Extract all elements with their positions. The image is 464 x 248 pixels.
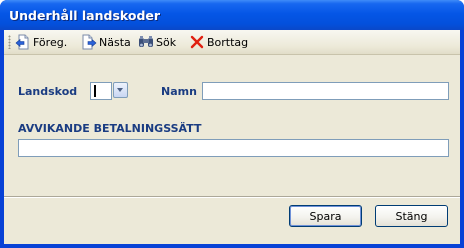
namn-input[interactable] [202,82,449,100]
form-area: Landskod Namn AVVIKANDE BETALNINGSSÄTT [4,55,460,195]
previous-record-icon [15,34,29,50]
landskod-combo-input[interactable] [90,82,112,100]
namn-label: Namn [161,85,197,98]
text-cursor [94,85,96,97]
previous-button[interactable]: Föreg. [15,33,67,51]
toolbar-grip[interactable] [8,35,11,49]
search-button[interactable]: Sök [138,33,176,51]
delete-x-icon [190,35,204,49]
previous-label: Föreg. [33,35,68,49]
landskod-label: Landskod [18,85,78,98]
toolbar: Föreg. Nästa Sök Borttag [4,30,460,55]
next-button[interactable]: Nästa [81,33,131,51]
delete-button[interactable]: Borttag [189,33,248,51]
betalningssatt-input[interactable] [18,139,449,157]
save-button[interactable]: Spara [289,205,362,227]
dialog-client-area: Föreg. Nästa Sök Borttag Landskod Namn A… [4,30,460,244]
close-button[interactable]: Stäng [375,205,448,227]
next-label: Nästa [99,35,131,49]
next-record-icon [82,34,97,50]
search-label: Sök [156,35,177,49]
footer-divider [4,196,460,198]
binoculars-icon [139,36,153,47]
dialog-window: Underhåll landskoder Föreg. Nästa Sök Bo… [0,0,464,248]
window-title: Underhåll landskoder [9,8,161,23]
delete-label: Borttag [207,35,249,49]
landskod-dropdown-button[interactable] [113,82,128,98]
betalningssatt-label: AVVIKANDE BETALNINGSSÄTT [18,122,202,135]
title-bar[interactable]: Underhåll landskoder [0,0,464,30]
